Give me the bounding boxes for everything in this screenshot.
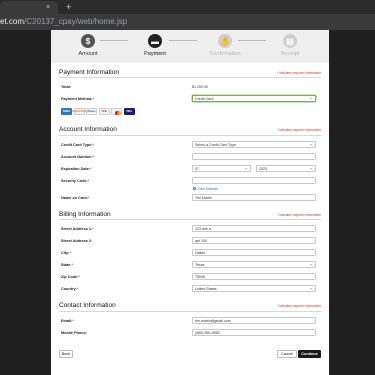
divider: [59, 77, 321, 78]
divider: [59, 219, 321, 220]
email-label: Email:*: [61, 319, 74, 323]
street-address-2-label: Street Address 2:: [61, 239, 93, 243]
payment-method-select[interactable]: Credit Card: [192, 95, 316, 102]
section-title-account: Account Information: [59, 126, 117, 133]
dollar-icon: $: [81, 34, 95, 48]
country-select[interactable]: United States: [192, 285, 316, 292]
street-address-1-input[interactable]: 123 ave a: [192, 225, 316, 232]
street-address-2-input[interactable]: apt 100: [192, 237, 316, 244]
exp-year-select[interactable]: 2023: [256, 165, 316, 172]
info-icon: [193, 187, 196, 190]
continue-button[interactable]: Continue: [298, 350, 321, 358]
browser-tab[interactable]: ×: [0, 1, 58, 14]
section-title-payment: Payment Information: [59, 69, 119, 76]
step-label: Amount: [78, 51, 98, 57]
state-label: State:*: [61, 263, 74, 267]
account-number-label: Account Number:*: [61, 155, 95, 159]
account-number-input[interactable]: [192, 153, 316, 160]
city-input[interactable]: Dallas: [192, 249, 316, 256]
card-brand-logos: AMEX DISCOVER Diners JCB VISA: [61, 108, 135, 115]
required-note: * Indicates required information: [276, 71, 321, 75]
country-label: Country:*: [61, 287, 79, 291]
step-amount: $ Amount: [63, 34, 113, 57]
visa-logo: VISA: [123, 108, 135, 115]
step-confirmation: ✋ Confirmation: [200, 34, 250, 57]
checkout-content: $ Amount ▬ Payment ✋ Confirmation ▤ Rece…: [51, 30, 329, 375]
mastercard-logo: [111, 108, 122, 115]
step-receipt: ▤ Receipt: [265, 34, 315, 57]
section-title-contact: Contact Information: [59, 302, 116, 309]
required-note: * Indicates required information: [276, 213, 321, 217]
url-domain: et.com: [0, 17, 25, 26]
discover-logo: DISCOVER: [72, 108, 86, 115]
street-address-1-label: Street Address 1:*: [61, 227, 94, 231]
divider: [59, 135, 321, 136]
total-value: $1,000.00: [192, 85, 208, 89]
diners-logo: Diners: [86, 108, 97, 115]
required-note: * Indicates required information: [276, 128, 321, 132]
city-label: City:*: [61, 251, 71, 255]
step-label: Receipt: [280, 51, 300, 57]
required-note: * Indicates required information: [276, 304, 321, 308]
step-payment: ▬ Payment: [130, 34, 180, 57]
step-label: Confirmation: [209, 51, 241, 57]
label-text: Payment Method:: [61, 97, 93, 101]
divider: [59, 311, 321, 312]
expiration-label: Expiration Date:*: [61, 167, 92, 171]
name-on-card-input[interactable]: Tim Martin: [192, 194, 316, 201]
mobile-phone-label: Mobile Phone:: [61, 331, 87, 335]
browser-tab-strip: × +: [0, 0, 375, 14]
cancel-button[interactable]: Cancel: [277, 350, 297, 358]
section-title-billing: Billing Information: [59, 211, 111, 218]
close-tab-icon[interactable]: ×: [46, 4, 50, 11]
security-code-label: Security Code:*: [61, 179, 90, 183]
exp-month-select[interactable]: 07: [192, 165, 251, 172]
view-example-link[interactable]: View Example: [198, 187, 218, 191]
checkout-form: Payment Information * Indicates required…: [51, 63, 329, 375]
address-bar[interactable]: et.com/C20137_cpay/web/home.jsp: [0, 14, 375, 30]
jcb-logo: JCB: [98, 108, 110, 115]
zip-code-label: Zip Code:*: [61, 275, 80, 279]
state-select[interactable]: Texas: [192, 261, 316, 268]
page-viewport: $ Amount ▬ Payment ✋ Confirmation ▤ Rece…: [0, 30, 375, 375]
step-label: Payment: [144, 51, 166, 57]
mobile-phone-input[interactable]: (555) 555-5555: [192, 329, 316, 336]
credit-card-icon: ▬: [148, 34, 162, 48]
receipt-icon: ▤: [283, 34, 297, 48]
url-text[interactable]: et.com/C20137_cpay/web/home.jsp: [0, 17, 127, 26]
zip-code-input[interactable]: 75006: [192, 273, 316, 280]
email-input[interactable]: tim.martin@gmail.com: [192, 317, 316, 324]
name-on-card-label: Name on Card:*: [61, 196, 90, 200]
hand-icon: ✋: [218, 34, 232, 48]
back-button[interactable]: Back: [59, 350, 73, 358]
card-type-label: Credit Card Type:*: [61, 143, 95, 147]
payment-method-label: Payment Method:*: [61, 97, 95, 101]
total-label: Total:: [61, 85, 72, 89]
card-type-select[interactable]: Select a Credit Card Type: [192, 141, 316, 148]
amex-logo: AMEX: [61, 108, 72, 115]
new-tab-icon[interactable]: +: [66, 2, 71, 12]
url-path: /C20137_cpay/web/home.jsp: [24, 17, 128, 26]
security-code-input[interactable]: [192, 177, 316, 184]
